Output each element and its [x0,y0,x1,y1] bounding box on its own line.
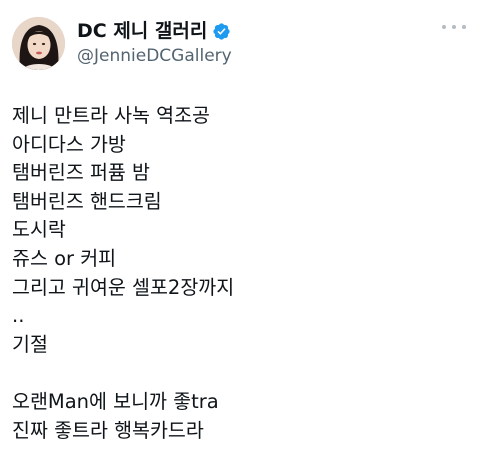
more-dot [442,25,446,29]
verified-badge-icon [212,22,231,41]
tweet-text-line: 진짜 좋트라 행복카드라 [12,418,204,442]
tweet-text-line: 제니 만트라 사녹 역조공 [12,104,210,127]
avatar-image [12,16,65,70]
tweet-text-line: 탬버린즈 퍼퓸 밤 [12,161,150,185]
tweet-text-line: 도시락 [12,218,66,242]
tweet-text-line: 쥬스 or 커피 [12,246,117,270]
more-dot [452,25,456,29]
tweet-text-line: .. [12,304,25,328]
tweet-text-line: 아디다스 가방 [12,132,126,156]
more-options-icon[interactable] [442,20,466,34]
tweet-text-line: 탬버린즈 핸드크림 [12,189,162,213]
display-name[interactable]: DC 제니 갤러리 [77,19,207,43]
profile-avatar[interactable] [12,16,65,70]
tweet-text-blank-line [12,359,464,388]
author-names: DC 제니 갤러리 @JennieDCGallery [77,19,232,67]
tweet-card: DC 제니 갤러리 @JennieDCGallery 제니 만트라 사녹 역조공… [0,0,480,450]
name-row: DC 제니 갤러리 [77,19,232,43]
tweet-text-line: 오랜Man에 보니까 좋tra [12,389,219,413]
tweet-text-line: 기절 [12,332,48,356]
more-dot [462,25,466,29]
tweet-header: DC 제니 갤러리 @JennieDCGallery [12,14,464,72]
author-handle[interactable]: @JennieDCGallery [77,45,232,67]
tweet-text-line: 그리고 귀여운 셀포2장까지 [12,275,235,299]
tweet-text: 제니 만트라 사녹 역조공 아디다스 가방 탬버린즈 퍼퓸 밤 탬버린즈 핸드크… [12,102,464,445]
